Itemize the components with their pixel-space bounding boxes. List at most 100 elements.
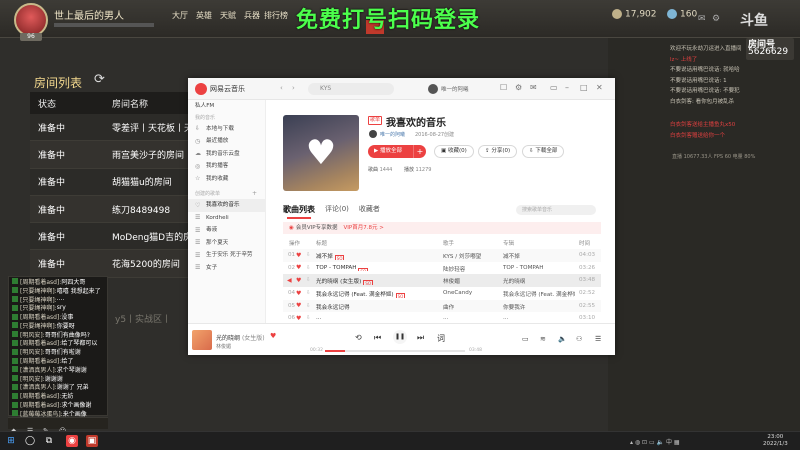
chat-user[interactable]: [明风安]: (20, 330, 45, 339)
volume-icon[interactable]: 🔈 (558, 335, 567, 343)
clock[interactable]: 23:00 2022/1/3 (763, 434, 788, 448)
chat-user[interactable]: [周期看着asd]: (20, 400, 61, 409)
user-avatar[interactable] (428, 84, 438, 94)
collect-button[interactable]: ▣ 收藏(0) (434, 145, 474, 158)
sidebar-item[interactable]: ⇩ 本地与下载 (188, 123, 265, 136)
next-icon[interactable]: ⏭ (417, 333, 424, 343)
player-avatar[interactable] (14, 3, 48, 37)
vip-banner[interactable]: ◉ 会员VIP专享数据 VIP首月7.8元 > (283, 222, 601, 234)
sidebar-playlist-item[interactable]: ♡ 我喜欢的音乐 (188, 199, 265, 212)
col-album[interactable]: 专辑 (503, 239, 514, 247)
game-taskbar-icon[interactable]: ▣ (86, 435, 98, 447)
windows-start-icon[interactable]: ⊞ (5, 435, 17, 447)
chat-user[interactable]: [只要绳神啊]: (20, 321, 57, 330)
playlist-queue-icon[interactable]: ☰ (595, 335, 601, 343)
room-row[interactable]: 准备中 花海5200的房间 (30, 250, 190, 278)
song-album[interactable]: TOP - TOMPAH (503, 265, 575, 271)
lyrics-icon[interactable]: 词 (437, 333, 445, 344)
like-icon[interactable]: ♥ (296, 302, 301, 309)
playlist-cover[interactable]: ♥ (283, 115, 359, 191)
sidebar-item[interactable]: ◎ 我的播客 (188, 160, 265, 173)
download-all-button[interactable]: ⇩ 下载全部 (522, 145, 565, 158)
room-row[interactable]: 准备中 胡猫猫u的房间 (30, 168, 190, 196)
nav-heroes[interactable]: 英雄 (192, 10, 216, 21)
song-row[interactable]: ◀ ♥ ⇩ 光的晓纲 (女生版) SQ 林俊媚 光的晓纲 03:48 (283, 274, 601, 288)
play-all-button[interactable]: ▶ 播放全部 + (368, 145, 426, 158)
like-icon[interactable]: ♥ (270, 332, 276, 340)
chat-user[interactable]: [只要绳神啊]: (20, 286, 57, 295)
playlist-search-input[interactable]: 搜索歌单音乐 (516, 205, 596, 215)
minimize-icon[interactable]: – (565, 83, 569, 92)
listen-together-icon[interactable]: ⚇ (576, 335, 582, 343)
user-name[interactable]: 唯一的阿曦 (441, 85, 469, 93)
chat-user[interactable]: [潇洒真男人]: (20, 365, 57, 374)
nav-weapons[interactable]: 兵器 (240, 10, 264, 21)
chat-user[interactable]: [周期看着asd]: (20, 277, 61, 286)
refresh-icon[interactable]: ⟳ (94, 72, 105, 87)
loop-mode-icon[interactable]: ⟲ (355, 333, 362, 342)
forward-icon[interactable]: › (292, 84, 295, 92)
chat-user[interactable]: [潇洒真男人]: (20, 383, 57, 391)
song-artist[interactable]: 陆妙轻容 (443, 265, 503, 273)
like-icon[interactable]: ♥ (296, 277, 301, 284)
song-album[interactable]: 我会永远记得 (Feat. 满金桦姬) (503, 290, 575, 298)
netease-music-taskbar-icon[interactable]: ◉ (66, 435, 78, 447)
sidebar-playlist-item[interactable]: ☰ 毒液 (188, 224, 265, 237)
like-icon[interactable]: ♥ (296, 315, 301, 322)
download-icon[interactable]: ⇩ (306, 303, 311, 309)
settings-icon[interactable]: ⚙ (712, 14, 720, 24)
sidebar-item[interactable]: ☁ 我的音乐云盘 (188, 148, 265, 161)
like-icon[interactable]: ♥ (296, 290, 301, 297)
sound-effect-icon[interactable]: ≋ (540, 335, 546, 343)
download-icon[interactable]: ⇩ (306, 290, 311, 296)
chat-user[interactable]: [周期看着asd]: (20, 356, 61, 365)
sidebar-item[interactable]: ☆ 我的收藏 (188, 173, 265, 186)
tab-song-list[interactable]: 歌曲列表 (283, 204, 315, 219)
sidebar-playlist-item[interactable]: ☰ 生于安乐 死于辛劳 (188, 249, 265, 262)
nav-leaderboard[interactable]: 排行榜 (264, 10, 288, 21)
song-row[interactable]: 04 ♥ ⇩ 我会永远记得 (Feat. 满金桦姬) SQ OneCandy 我会永远记得 … (283, 287, 601, 300)
quality-icon[interactable]: ▭ (522, 335, 529, 343)
chat-user[interactable]: [明风安]: (20, 374, 45, 383)
song-row[interactable]: 01 ♥ ⇩ 减不掉 SQ KYS / 刘莎嘟望 减不掉 04:03 (283, 249, 601, 262)
room-row[interactable]: 准备中 零差评丨天花板丨天 (30, 114, 190, 142)
download-icon[interactable]: ⇩ (306, 265, 311, 271)
skin-icon[interactable]: ☐ (500, 83, 507, 92)
chat-user[interactable]: [只要绳神啊]: (20, 295, 57, 304)
sidebar-item[interactable]: ◷ 最近播放 (188, 135, 265, 148)
mail-icon[interactable]: ✉ (530, 83, 537, 92)
mail-icon[interactable]: ✉ (698, 14, 706, 24)
song-artist[interactable]: OneCandy (443, 290, 503, 296)
search-input[interactable]: KYS (308, 83, 394, 95)
tab-comments[interactable]: 评论(0) (325, 204, 349, 215)
maximize-icon[interactable]: □ (580, 83, 588, 92)
col-time[interactable]: 时间 (579, 239, 590, 247)
song-row[interactable]: 02♥⇩TOP - TOMPAHSQ陆妙轻容TOP - TOMPAH03:26 (283, 262, 601, 275)
tray-icons[interactable]: ▴ ◍ ⊡ ▭ 🔈 中 ▦ (630, 437, 680, 446)
search-icon[interactable]: ◯ (24, 435, 36, 447)
download-icon[interactable]: ⇩ (306, 315, 311, 321)
col-artist[interactable]: 歌手 (443, 239, 454, 247)
song-artist[interactable]: 曲作 (443, 303, 503, 311)
like-icon[interactable]: ♥ (296, 264, 301, 271)
tab-subscribers[interactable]: 收藏者 (359, 204, 380, 215)
chat-user[interactable]: [周期看着asd]: (20, 312, 61, 321)
song-album[interactable]: 减不掉 (503, 252, 575, 260)
mini-mode-icon[interactable]: ▭ (550, 83, 558, 92)
vip-link[interactable]: VIP首月7.8元 > (344, 225, 384, 231)
song-artist[interactable]: ... (443, 315, 503, 321)
settings-icon[interactable]: ⚙ (515, 83, 522, 92)
song-row[interactable]: 05 ♥ ⇩ 我会永远记得 曲作 你要我许 02:55 (283, 299, 601, 313)
now-playing-cover[interactable] (192, 330, 212, 350)
col-title[interactable]: 标题 (316, 239, 327, 247)
song-artist[interactable]: 林俊媚 (443, 277, 503, 285)
now-playing-title[interactable]: 光的晓纲 (女生版) (216, 333, 265, 342)
song-album[interactable]: 光的晓纲 (503, 277, 575, 285)
nav-talents[interactable]: 天赋 (216, 10, 240, 21)
pause-button[interactable]: ❚❚ (393, 330, 407, 344)
room-row[interactable]: 准备中 MoDeng猫D吉的房间 (30, 223, 190, 251)
chat-user[interactable]: [只要绳神啊]: (20, 303, 57, 312)
creator-avatar[interactable] (369, 130, 377, 138)
taskview-icon[interactable]: ⧉ (43, 435, 55, 447)
chat-user[interactable]: [周期看着asd]: (20, 339, 61, 347)
